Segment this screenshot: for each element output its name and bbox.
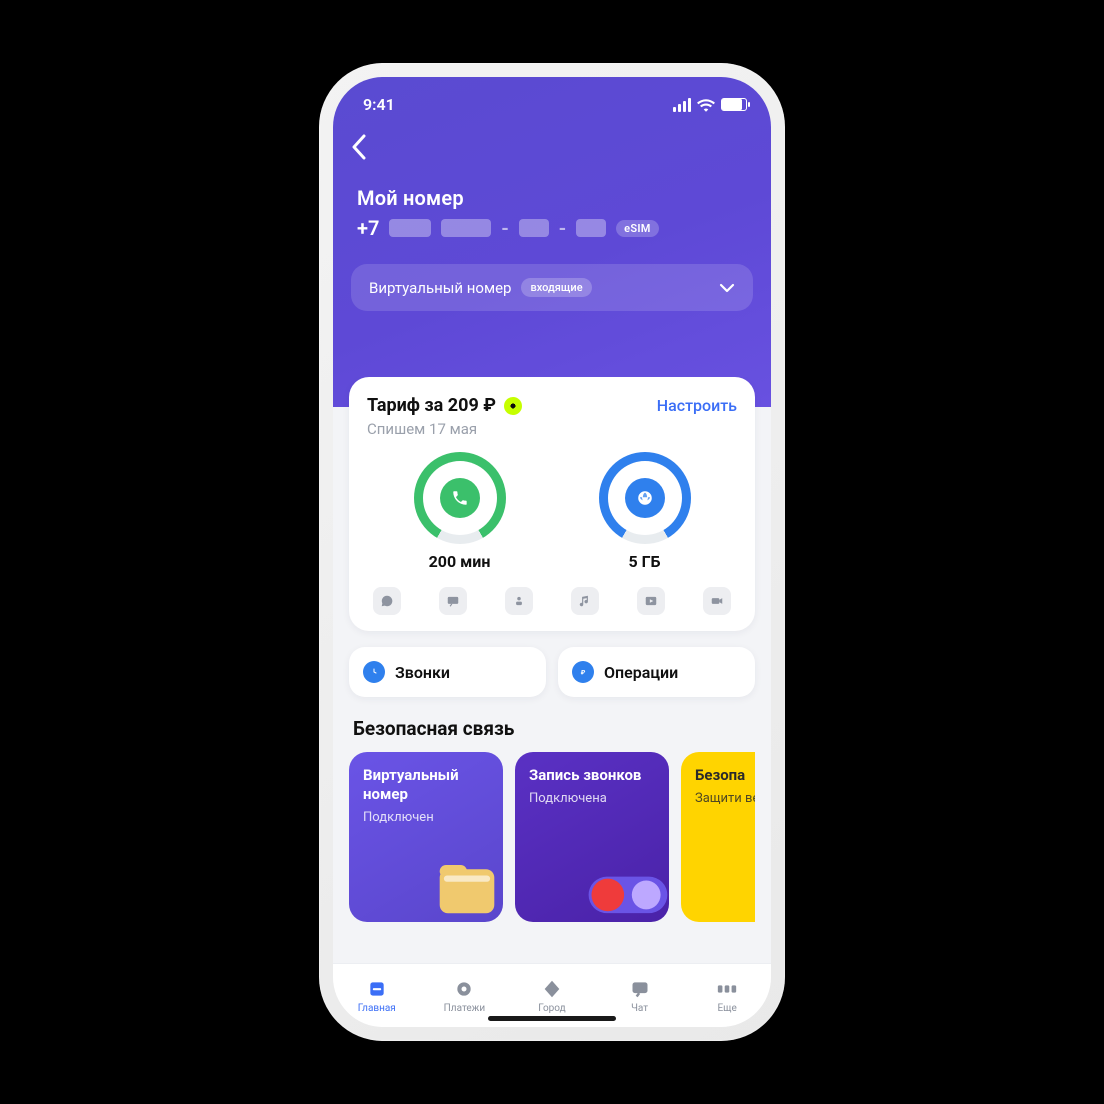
social-icon[interactable] [505, 587, 533, 615]
calls-button[interactable]: Звонки [349, 647, 546, 697]
tariff-card[interactable]: Тариф за 209 ₽ Настроить Спишем 17 мая [349, 377, 755, 631]
phone-masked-2 [441, 219, 491, 237]
camera-icon[interactable] [703, 587, 731, 615]
globe-icon [625, 478, 665, 518]
city-icon [541, 978, 563, 1000]
configure-link[interactable]: Настроить [657, 396, 737, 415]
tariff-title: Тариф за 209 ₽ [367, 395, 496, 416]
operations-button[interactable]: ₽ Операции [558, 647, 755, 697]
nav-label: Главная [358, 1003, 396, 1014]
more-icon [716, 978, 738, 1000]
ruble-icon: ₽ [572, 661, 594, 683]
home-indicator[interactable] [488, 1016, 616, 1021]
operations-label: Операции [604, 663, 678, 682]
esim-badge: eSIM [616, 220, 659, 237]
nav-home[interactable]: Главная [333, 964, 421, 1027]
tile-title: Запись звонков [529, 766, 655, 785]
dropdown-pill: входящие [521, 278, 591, 297]
status-icons [673, 98, 747, 112]
services-row [367, 571, 737, 615]
phone-number: +7 - - eSIM [357, 216, 747, 240]
secure-heading: Безопасная связь [353, 717, 751, 740]
phone-icon [440, 478, 480, 518]
messaging-icon[interactable] [373, 587, 401, 615]
battery-icon [721, 98, 747, 111]
nav-more[interactable]: Еще [683, 964, 771, 1027]
nav-label: Платежи [444, 1003, 485, 1014]
chevron-down-icon [719, 279, 735, 297]
minutes-gauge[interactable]: 200 мин [414, 452, 506, 571]
secure-tiles[interactable]: Виртуальный номер Подключен Запись звонк… [349, 752, 755, 922]
home-icon [366, 978, 388, 1000]
data-gauge[interactable]: 5 ГБ [599, 452, 691, 571]
svg-text:₽: ₽ [581, 669, 586, 677]
tile-security[interactable]: Безопа Защити вернем [681, 752, 755, 922]
status-bar: 9:41 [333, 89, 771, 114]
header: 9:41 Мой номер +7 [333, 77, 771, 407]
toggle-icon [579, 858, 669, 922]
folder-icon [425, 844, 503, 922]
tile-title: Виртуальный номер [363, 766, 489, 804]
tariff-subtitle: Спишем 17 мая [367, 420, 737, 438]
clock-icon [363, 661, 385, 683]
payments-icon [453, 978, 475, 1000]
music-icon[interactable] [571, 587, 599, 615]
calls-label: Звонки [395, 663, 450, 682]
data-value: 5 ГБ [628, 552, 660, 571]
wifi-icon [697, 98, 715, 112]
dropdown-label: Виртуальный номер [369, 279, 511, 297]
video-icon[interactable] [637, 587, 665, 615]
phone-frame: 9:41 Мой номер +7 [319, 63, 785, 1041]
screen: 9:41 Мой номер +7 [333, 77, 771, 1027]
nav-label: Город [538, 1003, 565, 1014]
tile-virtual-number[interactable]: Виртуальный номер Подключен [349, 752, 503, 922]
tile-title: Безопа [695, 766, 755, 785]
nav-label: Чат [631, 1003, 648, 1014]
phone-masked-4 [576, 219, 606, 237]
chat-nav-icon [629, 978, 651, 1000]
virtual-number-dropdown[interactable]: Виртуальный номер входящие [351, 264, 753, 311]
chat-icon[interactable] [439, 587, 467, 615]
content: Тариф за 209 ₽ Настроить Спишем 17 мая [333, 377, 771, 963]
cellular-icon [673, 98, 691, 112]
pro-badge-icon [504, 397, 522, 415]
minutes-value: 200 мин [429, 552, 491, 571]
nav-label: Еще [718, 1003, 737, 1014]
phone-masked-1 [389, 219, 431, 237]
back-button[interactable] [333, 114, 771, 164]
phone-masked-3 [519, 219, 549, 237]
tile-status: Подключен [363, 810, 489, 825]
tile-status: Подключена [529, 791, 655, 806]
page-title: Мой номер [357, 186, 747, 210]
phone-prefix: +7 [357, 216, 379, 240]
tile-call-recording[interactable]: Запись звонков Подключена [515, 752, 669, 922]
status-time: 9:41 [363, 95, 395, 114]
tile-status: Защити вернем [695, 791, 755, 806]
